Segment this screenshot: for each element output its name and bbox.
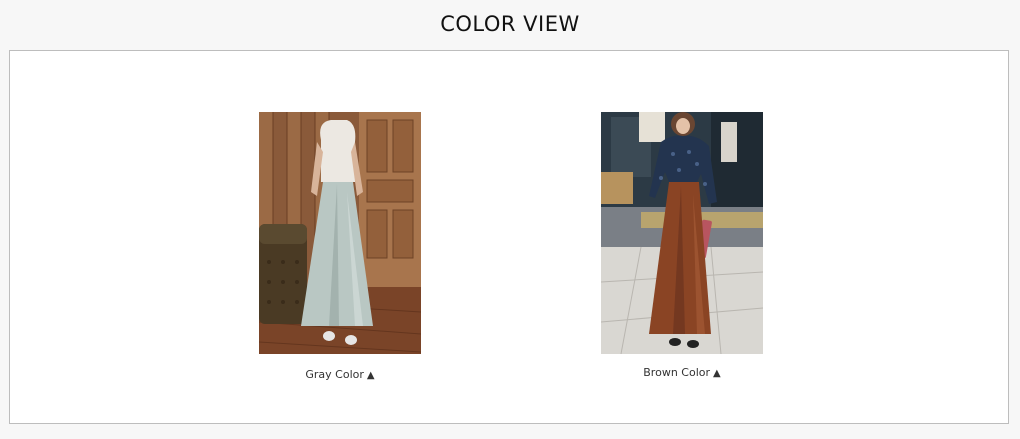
- color-option-gray[interactable]: Gray Color ▲: [259, 112, 421, 381]
- caption-gray[interactable]: Gray Color ▲: [259, 368, 421, 381]
- triangle-up-icon: ▲: [713, 368, 721, 379]
- gray-outfit-photo: [259, 112, 421, 354]
- color-view-panel: Gray Color ▲ Brown Color ▲: [9, 50, 1009, 424]
- color-option-brown[interactable]: Brown Color ▲: [601, 112, 763, 379]
- page-title: COLOR VIEW: [440, 12, 580, 36]
- caption-brown-label: Brown Color: [643, 366, 711, 379]
- brown-outfit-photo: [601, 112, 763, 354]
- caption-brown[interactable]: Brown Color ▲: [601, 366, 763, 379]
- triangle-up-icon: ▲: [366, 370, 375, 381]
- caption-gray-label: Gray Color: [305, 368, 364, 381]
